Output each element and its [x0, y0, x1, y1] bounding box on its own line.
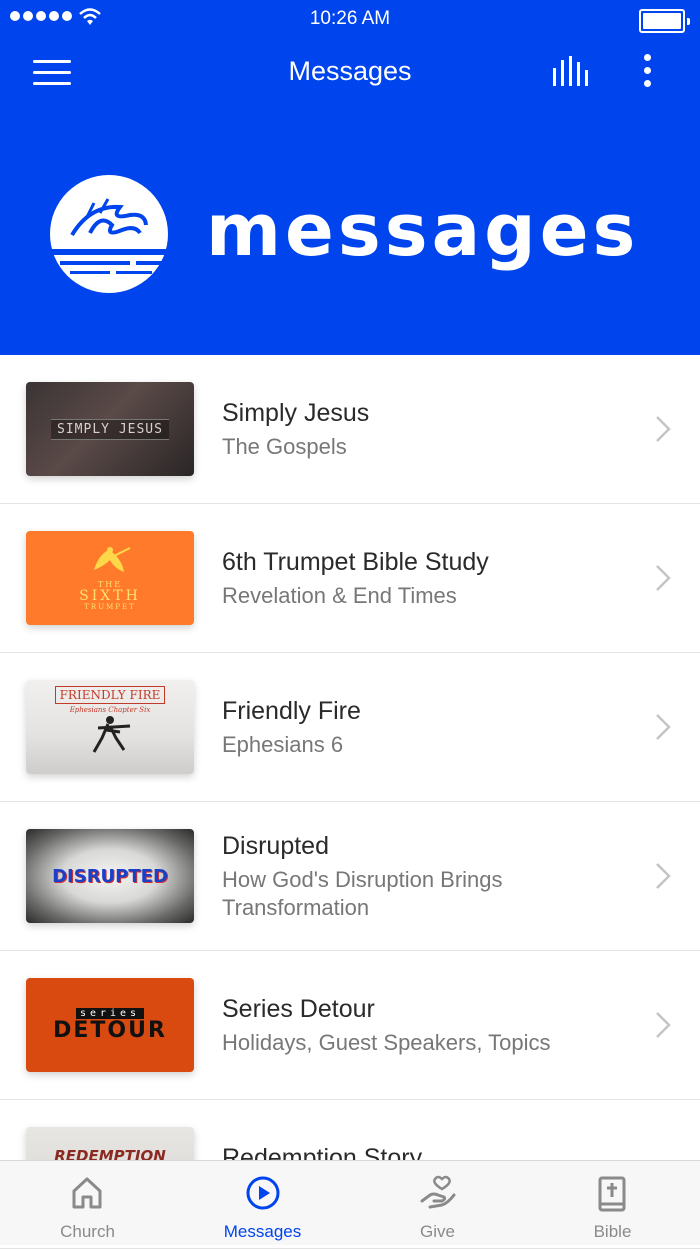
tab-label: Bible [593, 1222, 632, 1241]
series-subtitle: Ephesians 6 [222, 732, 344, 757]
message-series-list: SIMPLY JESUS Simply Jesus The Gospels TH… [0, 355, 700, 1249]
navigation-bar: Messages [0, 38, 700, 108]
tab-label: Give [420, 1222, 455, 1241]
series-subtitle: The Gospels [222, 434, 347, 459]
tab-church[interactable]: Church [0, 1161, 175, 1245]
chevron-right-icon [656, 416, 671, 442]
tab-give[interactable]: Give [350, 1161, 525, 1245]
give-heart-hand-icon [420, 1175, 456, 1209]
bible-icon [598, 1176, 626, 1212]
series-title: 6th Trumpet Bible Study [222, 548, 489, 576]
hero-wordmark: messages [206, 188, 640, 272]
series-title: Disrupted [222, 832, 329, 860]
list-item[interactable]: THE SIXTH TRUMPET 6th Trumpet Bible Stud… [0, 504, 700, 653]
thumbnail-text: DISRUPTED [52, 865, 168, 887]
series-subtitle: How God's Disruption Brings Transformati… [222, 867, 503, 920]
series-thumbnail: series DETOUR [26, 978, 194, 1072]
tab-bible[interactable]: Bible [525, 1161, 700, 1245]
series-subtitle: Revelation & End Times [222, 583, 457, 608]
series-thumbnail: THE SIXTH TRUMPET [26, 531, 194, 625]
list-item[interactable]: FRIENDLY FIRE Ephesians Chapter Six Frie… [0, 653, 700, 802]
soldier-silhouette-icon [92, 716, 131, 753]
chevron-right-icon [656, 863, 671, 889]
tab-messages[interactable]: Messages [175, 1161, 350, 1245]
church-logo-icon [50, 175, 168, 293]
status-bar: 10:26 AM [0, 0, 700, 38]
chevron-right-icon [656, 714, 671, 740]
thumbnail-text: Ephesians Chapter Six [69, 706, 151, 714]
more-options-icon[interactable] [640, 54, 654, 93]
series-title: Series Detour [222, 995, 375, 1023]
list-item[interactable]: series DETOUR Series Detour Holidays, Gu… [0, 951, 700, 1100]
series-subtitle: Holidays, Guest Speakers, Topics [222, 1030, 551, 1055]
list-item[interactable]: SIMPLY JESUS Simply Jesus The Gospels [0, 355, 700, 504]
series-thumbnail: DISRUPTED [26, 829, 194, 923]
series-thumbnail: FRIENDLY FIRE Ephesians Chapter Six [26, 680, 194, 774]
series-title: Friendly Fire [222, 697, 361, 725]
series-title: Simply Jesus [222, 399, 370, 427]
chevron-right-icon [656, 1012, 671, 1038]
status-time: 10:26 AM [309, 8, 391, 29]
home-icon [72, 1177, 102, 1209]
thumbnail-text: FRIENDLY FIRE [54, 686, 166, 704]
series-thumbnail: SIMPLY JESUS [26, 382, 194, 476]
battery-icon [639, 9, 690, 33]
nav-title: Messages [288, 56, 412, 86]
angel-trumpet-icon [94, 546, 131, 572]
thumbnail-text: SIXTH [79, 587, 141, 604]
tab-bar: Church Messages Give Bible [0, 1160, 700, 1245]
play-circle-icon [246, 1176, 280, 1210]
thumbnail-text: SIMPLY JESUS [51, 418, 169, 440]
stats-icon[interactable] [552, 56, 592, 88]
thumbnail-text: DETOUR [53, 1017, 167, 1043]
thumbnail-text: TRUMPET [84, 602, 136, 611]
chevron-right-icon [656, 565, 671, 591]
tab-label: Messages [223, 1222, 302, 1241]
hero-banner: messages [0, 108, 700, 355]
tab-label: Church [60, 1222, 115, 1241]
list-item[interactable]: DISRUPTED Disrupted How God's Disruption… [0, 802, 700, 951]
thumbnail-text: series [75, 1007, 145, 1019]
